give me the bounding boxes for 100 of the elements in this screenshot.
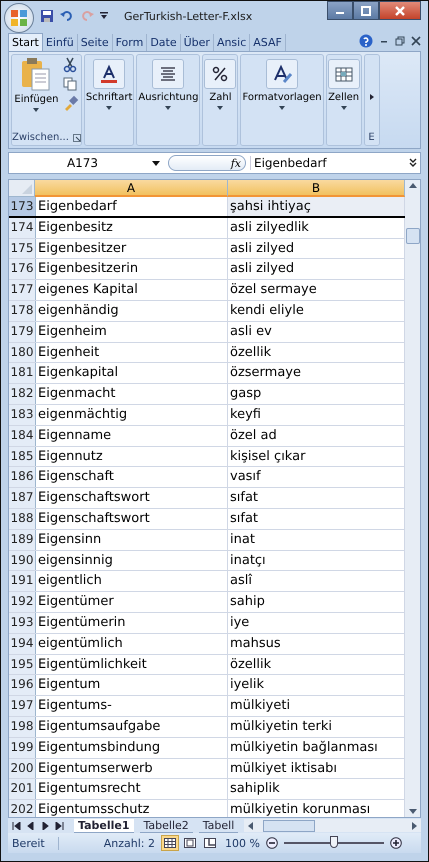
scissors-icon[interactable] [62, 57, 77, 73]
zoom-slider[interactable] [330, 836, 338, 848]
expand-icon[interactable] [409, 158, 417, 168]
close-icon[interactable] [411, 36, 421, 46]
zoom-out-icon[interactable] [266, 837, 278, 849]
row-header[interactable]: 199 [9, 738, 36, 758]
row-header[interactable]: 177 [9, 280, 36, 300]
row-header[interactable]: 183 [9, 404, 36, 425]
row-header[interactable]: 201 [9, 779, 36, 800]
caret-icon [279, 106, 286, 110]
row-header[interactable]: 181 [9, 363, 36, 384]
table-cell: Eigentümerin [36, 612, 228, 633]
window-title: GerTurkish-Letter-F.xlsx [124, 10, 254, 22]
row-header[interactable]: 176 [9, 259, 36, 280]
table-cell: Eigentümer [36, 592, 228, 612]
row-header[interactable]: 179 [9, 322, 36, 342]
scroll-thumb[interactable] [406, 228, 420, 244]
minimize-button[interactable] [327, 1, 353, 20]
vertical-scrollbar[interactable] [405, 180, 420, 817]
save-icon[interactable] [40, 9, 54, 23]
scroll-down-icon[interactable] [408, 809, 416, 814]
normal-view-button[interactable] [161, 835, 179, 851]
caret-icon [165, 106, 172, 110]
row-header[interactable]: 186 [9, 467, 36, 488]
table-cell: Eigenheim [36, 322, 228, 342]
caret-icon [152, 160, 160, 166]
table-cell: Eigenmacht [36, 384, 228, 404]
page-icon [184, 838, 196, 848]
row-header[interactable]: 188 [9, 508, 36, 529]
table-cell: Eigensinn [36, 530, 228, 550]
table-cell: Eigenkapital [36, 363, 228, 384]
name-box[interactable]: A173 [9, 156, 164, 170]
close-button[interactable] [379, 1, 421, 20]
ribbon-button[interactable]: Zahl [203, 55, 238, 145]
table-cell: şahsi ihtiyaç [228, 197, 405, 216]
undo-icon[interactable] [60, 9, 74, 23]
row-header[interactable]: 195 [9, 654, 36, 674]
office-button[interactable] [4, 3, 34, 33]
grid-icon [164, 838, 176, 848]
paste-button[interactable]: Einfügen [12, 55, 61, 132]
scroll-left-icon[interactable] [248, 822, 254, 830]
logo-icon [9, 8, 29, 28]
ribbon-button[interactable]: Schriftart [84, 55, 134, 145]
column-header[interactable]: B [228, 180, 405, 197]
ribbon-button[interactable]: Formatvorlagen [241, 55, 323, 145]
row-header[interactable]: 187 [9, 488, 36, 508]
maximize-icon [361, 6, 371, 16]
formula-field[interactable]: Eigenbedarf [250, 156, 405, 170]
arrow-icon[interactable] [370, 94, 374, 100]
launcher-icon[interactable] [72, 134, 81, 142]
table-cell: Eigennutz [36, 446, 228, 466]
scroll-right-icon[interactable] [412, 822, 417, 830]
page-break-icon [204, 838, 216, 848]
row-header[interactable]: 196 [9, 675, 36, 696]
row-header[interactable]: 191 [9, 571, 36, 592]
group-label: E [368, 132, 375, 145]
ribbon-button[interactable]: Zellen [326, 55, 361, 145]
sheet-tab[interactable]: Tabelle1 [74, 818, 134, 832]
row-header[interactable]: 184 [9, 426, 36, 446]
page-layout-button[interactable] [181, 835, 199, 851]
row-header[interactable]: 173 [9, 197, 36, 216]
row-header[interactable]: 182 [9, 384, 36, 404]
caret-icon [106, 106, 112, 110]
table-cell: Eigenname [36, 426, 228, 446]
scroll-up-icon[interactable] [408, 183, 416, 188]
zoom-level[interactable]: 100 % [225, 836, 260, 850]
brush-icon[interactable] [62, 95, 79, 111]
row-header[interactable]: 194 [9, 634, 36, 654]
customize-icon[interactable] [100, 12, 108, 20]
formula-controls[interactable]: fx [168, 155, 246, 171]
scroll-thumb[interactable] [263, 820, 316, 832]
row-header[interactable]: 189 [9, 530, 36, 550]
help-icon[interactable] [359, 34, 373, 48]
row-header[interactable]: 192 [9, 592, 36, 612]
row-header[interactable]: 180 [9, 342, 36, 362]
column-header[interactable]: A [35, 180, 228, 197]
horizontal-scrollbar[interactable] [244, 819, 421, 832]
table-cell: Eigenbesitzerin [36, 259, 228, 280]
row-header[interactable]: 185 [9, 446, 36, 466]
row-header[interactable]: 202 [9, 800, 36, 817]
row-header[interactable]: 174 [9, 218, 36, 238]
table-cell: Eigenschaft [36, 467, 228, 488]
row-header[interactable]: 197 [9, 696, 36, 716]
maximize-button[interactable] [353, 1, 379, 20]
page-break-button[interactable] [201, 835, 219, 851]
row-header[interactable]: 175 [9, 238, 36, 258]
zoom-in-icon[interactable] [390, 837, 402, 849]
row-header[interactable]: 178 [9, 300, 36, 321]
minimize-icon [336, 12, 344, 14]
ribbon-tab[interactable]: Start [8, 33, 43, 51]
ribbon-button[interactable]: Ausrichtung [137, 55, 200, 145]
copy-icon[interactable] [62, 77, 77, 91]
caret-icon [217, 106, 224, 110]
row-header[interactable]: 200 [9, 758, 36, 778]
restore-icon[interactable] [395, 36, 405, 46]
row-header[interactable]: 198 [9, 716, 36, 737]
row-header[interactable]: 193 [9, 612, 36, 633]
row-header[interactable]: 190 [9, 550, 36, 570]
clipboard-icon [21, 57, 52, 91]
font-color-icon [99, 64, 120, 84]
